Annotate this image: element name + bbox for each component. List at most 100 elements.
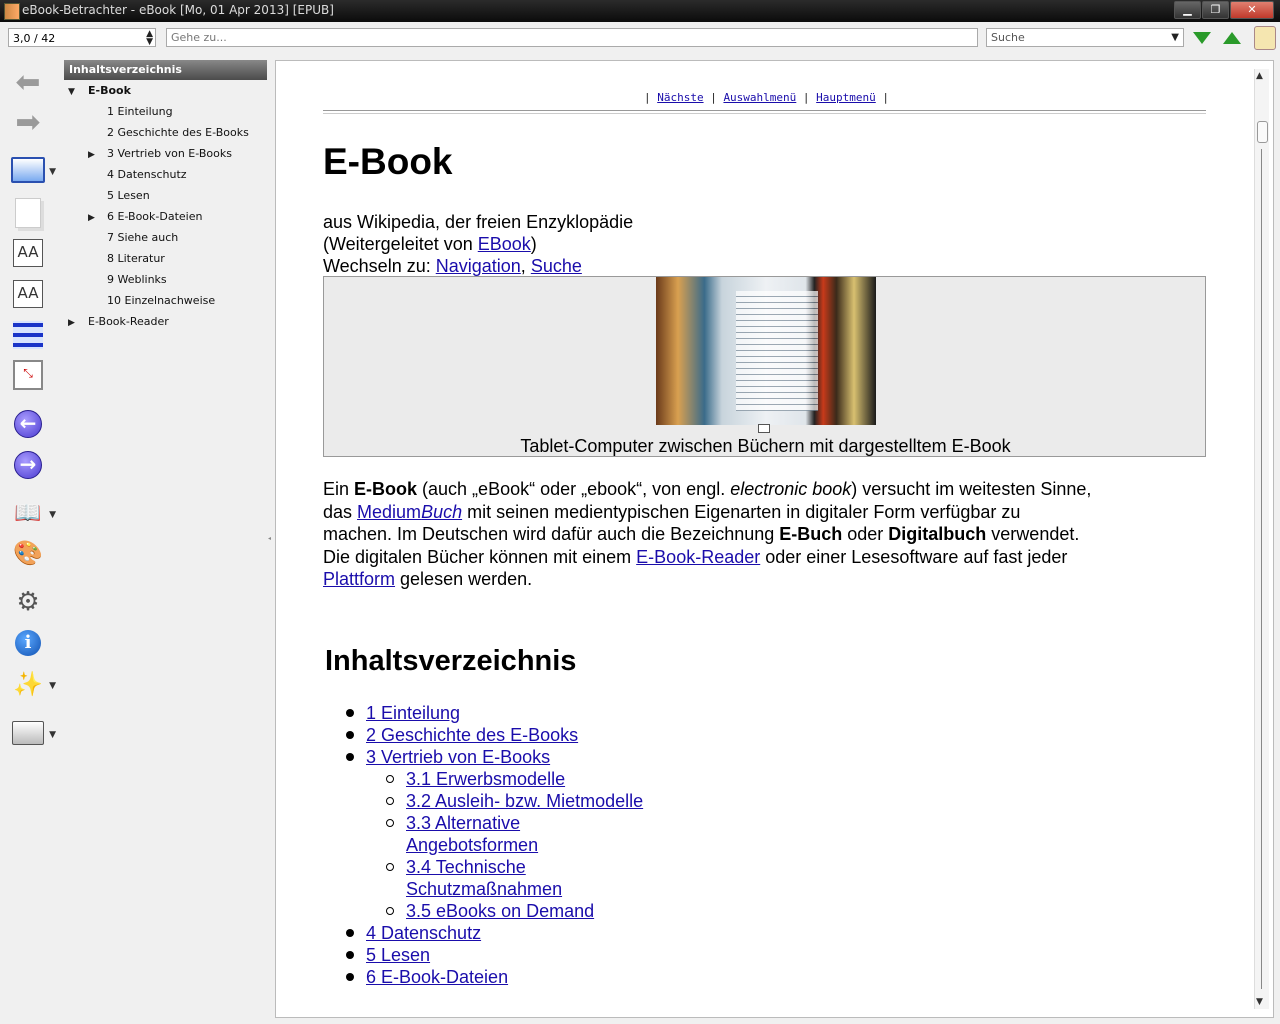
text: Die di­gi­ta­len Bü­cher kön­nen mit ein… — [323, 547, 637, 567]
term: Digitalbuch — [888, 524, 987, 544]
sidebar-item-label: 4 Datenschutz — [107, 168, 187, 181]
toc-link[interactable]: 4 Da­ten­schutz — [366, 923, 481, 943]
navigation-link[interactable]: Na­vi­ga­ti­on — [436, 256, 521, 276]
toc-link[interactable]: 3.4 Tech­ni­sche — [406, 857, 526, 877]
toc-toggle-button[interactable] — [8, 318, 48, 352]
source-line: aus Wi­ki­pe­dia, der frei­en En­zy­klo­… — [323, 212, 634, 232]
chevron-down-icon[interactable]: ▼ — [49, 167, 56, 177]
redirect-link[interactable]: EBook — [478, 234, 531, 254]
sidebar-item-datenschutz[interactable]: 4 Datenschutz — [107, 164, 187, 185]
fit-page-button[interactable]: ⤡ — [8, 358, 48, 392]
main-menu-link[interactable]: Hauptmenü — [816, 91, 876, 104]
sidebar-item-weblinks[interactable]: 9 Weblinks — [107, 269, 167, 290]
text: (auch „eBook“ oder „ebook“, von engl. — [417, 479, 731, 499]
chapter-nav: | Nächste | Auswahlmenü | Hauptmenü | — [284, 91, 1249, 104]
sidebar-item-label: 1 Einteilung — [107, 105, 173, 118]
find-previous-icon[interactable] — [1223, 32, 1241, 44]
search-placeholder: Suche — [991, 31, 1025, 44]
buch-link[interactable]: Buch — [421, 502, 462, 522]
info-button[interactable]: i — [8, 626, 48, 660]
plattform-link[interactable]: Platt­form — [323, 569, 395, 589]
maximize-button[interactable]: ❐ — [1202, 1, 1229, 19]
page-spinner[interactable]: 3,0 / 42 ▲ ▼ — [8, 28, 156, 47]
view-mode-button[interactable]: ▼ — [8, 153, 56, 187]
print-button[interactable]: ▼ — [8, 716, 56, 750]
text: oder einer Le­se­soft­ware auf fast jede… — [760, 547, 1068, 567]
toc-link[interactable]: 3.3 Al­ter­na­ti­ve — [406, 813, 520, 833]
sidebar-item-literatur[interactable]: 8 Literatur — [107, 248, 165, 269]
toc-link[interactable]: 3.1 Er­werbs­mo­del­le — [406, 769, 565, 789]
term: E-Buch — [779, 524, 843, 544]
redirect-text: ) — [530, 234, 537, 254]
sidebar-item-geschichte[interactable]: 2 Geschichte des E-Books — [107, 122, 249, 143]
list-item: 3.1 Er­werbs­mo­del­le — [406, 768, 565, 790]
medium-link[interactable]: Me­di­um — [357, 502, 421, 522]
sidebar-item-ebook[interactable]: ▼ E-Book — [68, 80, 131, 101]
chevron-down-icon[interactable]: ▼ — [49, 681, 56, 691]
sidebar-item-vertrieb[interactable]: ▶ 3 Vertrieb von E-Books — [88, 143, 232, 164]
settings-button[interactable]: ⚙ — [8, 585, 48, 619]
figure-caption: Ta­blet-Com­pu­ter zwi­schen Bü­chern mi… — [520, 436, 1011, 456]
bullet — [346, 951, 354, 959]
toc-link[interactable]: 1 Ein­tei­lung — [366, 703, 460, 723]
scroll-track — [1261, 149, 1262, 989]
minimize-button[interactable]: ▁ — [1174, 1, 1201, 19]
forward-button[interactable]: ➡ — [8, 106, 48, 140]
toc-link[interactable]: An­ge­bots­for­men — [406, 835, 538, 855]
toc-link[interactable]: 2 Ge­schich­te des E-Books — [366, 725, 578, 745]
tablet-books-image[interactable] — [656, 277, 876, 425]
splitter-handle[interactable]: ◂ — [268, 535, 271, 542]
vertical-scrollbar[interactable]: ▲ ▼ — [1254, 69, 1269, 1009]
search-link[interactable]: Suche — [531, 256, 582, 276]
next-chapter-button[interactable]: → — [8, 448, 48, 482]
enlarge-icon[interactable] — [758, 424, 770, 433]
appearance-button[interactable]: 🎨 — [8, 536, 48, 570]
goto-input[interactable]: Gehe zu... — [166, 28, 978, 47]
expand-toggle-icon[interactable]: ▶ — [88, 208, 100, 229]
toc-link[interactable]: 3.2 Aus­leih- bzw. Miet­mo­del­le — [406, 791, 643, 811]
chevron-down-icon[interactable]: ▼ — [1171, 29, 1179, 46]
ebook-reader-link[interactable]: E-Book-Rea­der — [636, 547, 760, 567]
next-link[interactable]: Nächste — [657, 91, 703, 104]
select-menu-link[interactable]: Auswahlmenü — [723, 91, 796, 104]
sidebar-item-ebook-reader[interactable]: ▶ E-Book-Reader — [68, 311, 169, 332]
bookmark-book-icon: 📖 — [14, 500, 42, 526]
toc-bars-icon — [13, 321, 43, 349]
bullet — [386, 775, 394, 783]
pages-button[interactable] — [8, 196, 48, 230]
close-button[interactable]: ✕ — [1230, 1, 1274, 19]
sidebar-item-siehe-auch[interactable]: 7 Siehe auch — [107, 227, 178, 248]
find-next-icon[interactable] — [1193, 32, 1211, 44]
bookmark-button[interactable]: 📖 ▼ — [8, 496, 56, 530]
toc-link[interactable]: Schutz­maß­nah­men — [406, 879, 562, 899]
font-smaller-button[interactable]: AA — [8, 277, 48, 311]
back-button[interactable]: ⬅ — [8, 66, 48, 100]
intro-line-1: Ein E-Book (auch „eBook“ oder „ebook“, v… — [323, 478, 1091, 501]
sidebar-item-einzelnachweise[interactable]: 10 Einzelnachweise — [107, 290, 215, 311]
scroll-up-icon[interactable]: ▲ — [1256, 71, 1263, 81]
expand-toggle-icon[interactable]: ▼ — [68, 82, 80, 103]
font-larger-button[interactable]: AA — [8, 236, 48, 270]
sidebar-item-dateien[interactable]: ▶ 6 E-Book-Dateien — [88, 206, 202, 227]
chevron-down-icon[interactable]: ▼ — [49, 510, 56, 520]
search-input[interactable]: Suche ▼ — [986, 28, 1184, 47]
tools-button[interactable]: ✨ ▼ — [8, 667, 56, 701]
scroll-thumb[interactable] — [1257, 121, 1268, 143]
spinner-arrows-icon[interactable]: ▲ ▼ — [146, 30, 153, 47]
toc-link[interactable]: 6 E-Book-Da­tei­en — [366, 967, 508, 987]
toc-link[interactable]: 3.5 eBooks on De­mand — [406, 901, 594, 921]
toc-link[interactable]: 3 Ver­trieb von E-Books — [366, 747, 550, 767]
sidebar-item-lesen[interactable]: 5 Lesen — [107, 185, 150, 206]
sidebar-item-label: 5 Lesen — [107, 189, 150, 202]
prev-circle-icon: ← — [14, 410, 42, 438]
toc-link[interactable]: 5 Lesen — [366, 945, 430, 965]
expand-toggle-icon[interactable]: ▶ — [68, 313, 80, 334]
toc-heading: Inhaltsverzeichnis — [325, 645, 577, 677]
chevron-down-icon[interactable]: ▼ — [49, 730, 56, 740]
scroll-mode-icon[interactable] — [1254, 26, 1276, 50]
scroll-down-icon[interactable]: ▼ — [1256, 997, 1263, 1007]
sidebar-item-einteilung[interactable]: 1 Einteilung — [107, 101, 173, 122]
sidebar-item-label: 6 E-Book-Dateien — [107, 210, 203, 223]
expand-toggle-icon[interactable]: ▶ — [88, 145, 100, 166]
previous-chapter-button[interactable]: ← — [8, 407, 48, 441]
